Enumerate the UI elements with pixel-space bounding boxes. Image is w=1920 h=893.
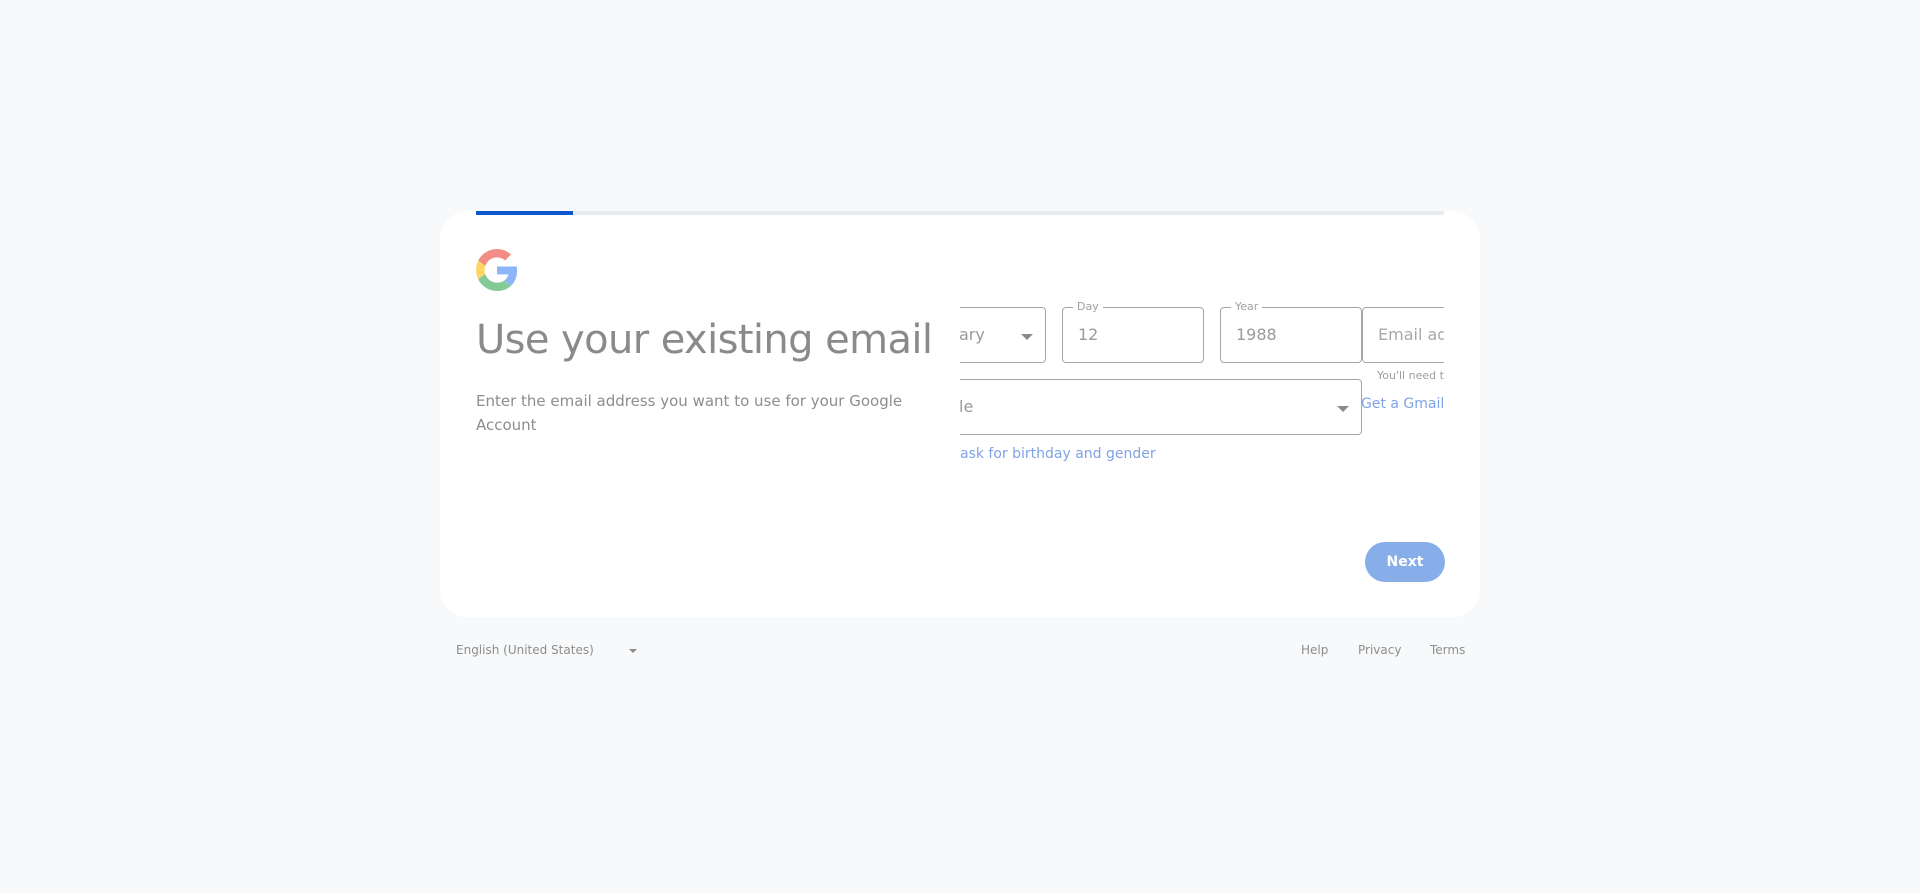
gender-value: le (960, 397, 974, 416)
privacy-link[interactable]: Privacy (1358, 643, 1401, 657)
birthday-gender-link[interactable]: ask for birthday and gender (960, 446, 1156, 462)
progress-bar (476, 211, 1444, 215)
chevron-down-icon (1021, 334, 1033, 340)
page-title: Use your existing email (476, 317, 933, 363)
next-button[interactable]: Next (1365, 542, 1445, 582)
form-strip: ary Day 12 Year 1988 Email add You'll ne… (960, 301, 1444, 471)
email-placeholder: Email add (1378, 325, 1444, 344)
language-select[interactable]: English (United States) (456, 636, 637, 664)
year-field[interactable]: Year 1988 (1220, 301, 1362, 363)
month-select[interactable]: ary (960, 307, 1046, 363)
day-field[interactable]: Day 12 (1062, 301, 1204, 363)
page-subtitle: Enter the email address you want to use … (476, 392, 903, 434)
help-link[interactable]: Help (1301, 643, 1328, 657)
email-helper-text: You'll need t (1377, 369, 1444, 382)
day-label: Day (1073, 301, 1103, 313)
language-value: English (United States) (456, 643, 594, 657)
month-value: ary (960, 325, 985, 344)
year-label: Year (1231, 301, 1263, 313)
year-value: 1988 (1236, 325, 1277, 344)
chevron-down-icon (629, 649, 637, 653)
signup-card: Use your existing email Enter the email … (440, 211, 1480, 617)
chevron-down-icon (1337, 406, 1349, 412)
google-g-icon (476, 249, 518, 291)
day-value: 12 (1078, 325, 1099, 344)
form-area: ary Day 12 Year 1988 Email add You'll ne… (960, 301, 1444, 471)
progress-bar-fill (476, 211, 573, 215)
gender-select[interactable]: le (960, 379, 1362, 435)
email-field[interactable]: Email add (1362, 307, 1444, 363)
footer: English (United States) Help Privacy Ter… (440, 630, 1480, 670)
get-gmail-link[interactable]: Get a Gmail (1361, 396, 1444, 412)
terms-link[interactable]: Terms (1430, 643, 1465, 657)
